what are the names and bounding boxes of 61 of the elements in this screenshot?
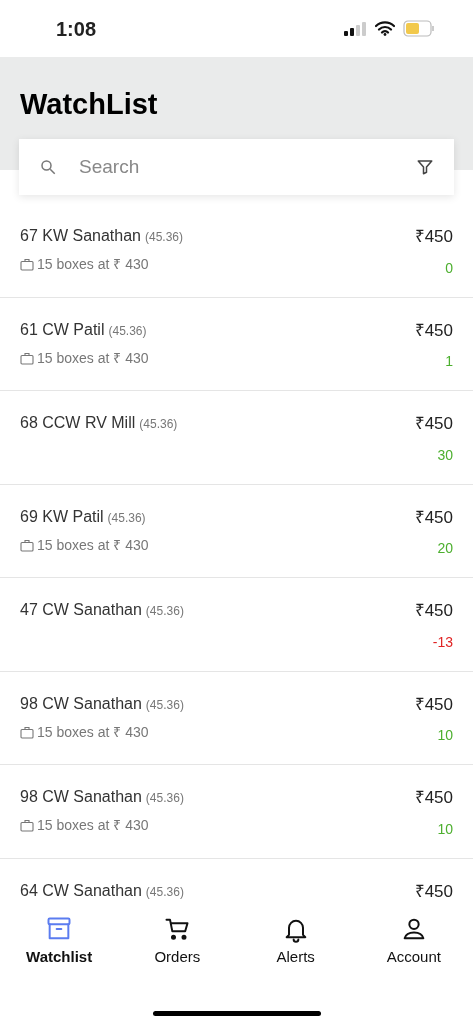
item-name: 47 CW Sanathan	[20, 600, 142, 620]
item-ratio: (45.36)	[145, 883, 184, 901]
briefcase-icon	[20, 819, 34, 832]
watchlist-row[interactable]: 98 CW Sanathan (45.36) 15 boxes at ₹ 430 ₹450 10	[0, 671, 473, 765]
briefcase-icon	[20, 258, 34, 271]
briefcase-icon	[20, 725, 34, 739]
wifi-icon	[375, 21, 395, 36]
search-bar[interactable]: Search	[19, 139, 454, 195]
item-name: 98 CW Sanathan	[20, 787, 142, 807]
item-name: 69 KW Patil	[20, 506, 104, 527]
price-change: 0	[445, 258, 453, 278]
item-price: ₹450	[414, 600, 453, 622]
briefcase-icon	[20, 538, 34, 552]
nav-tab[interactable]: Account	[368, 915, 459, 969]
stock-info: 15 boxes at ₹ 430	[37, 816, 149, 835]
item-price: ₹450	[414, 787, 453, 809]
stock-info: 15 boxes at ₹ 430	[37, 535, 149, 555]
briefcase-icon	[20, 351, 34, 365]
item-ratio: (45.36)	[145, 790, 184, 807]
item-ratio: (45.36)	[145, 603, 184, 620]
item-name: 68 CCW RV Mill	[20, 413, 136, 433]
item-price: ₹450	[414, 693, 453, 716]
price-change: 1	[445, 352, 453, 371]
nav-tab[interactable]: Alerts	[250, 915, 341, 969]
item-price: ₹450	[414, 413, 453, 435]
item-name: 64 CW Sanathan	[20, 880, 142, 901]
item-name: 98 CW Sanathan	[20, 693, 142, 714]
item-ratio: (45.36)	[107, 509, 146, 527]
price-change: 20	[437, 539, 453, 558]
page-title: WatchList	[20, 87, 159, 122]
search-icon	[39, 158, 57, 176]
item-ratio: (45.36)	[108, 322, 147, 340]
item-price: ₹450	[414, 506, 453, 529]
signal-icon	[343, 21, 367, 36]
battery-icon	[403, 20, 435, 37]
price-change: 10	[437, 819, 453, 839]
watchlist-row[interactable]: 47 CW Sanathan (45.36) ₹450 -13	[0, 578, 473, 672]
watchlist-row[interactable]: 61 CW Patil (45.36) 15 boxes at ₹ 430 ₹450 1	[0, 297, 473, 391]
item-name: 67 KW Sanathan	[20, 226, 141, 246]
price-change: 30	[437, 445, 453, 465]
price-change: 10	[437, 726, 453, 745]
watchlist-row[interactable]: 69 KW Patil (45.36) 15 boxes at ₹ 430 ₹450 20	[0, 484, 473, 578]
stock-info: 15 boxes at ₹ 430	[37, 722, 149, 742]
nav-tab[interactable]: Watchlist	[14, 915, 105, 969]
stock-info: 15 boxes at ₹ 430	[37, 348, 149, 368]
item-name: 61 CW Patil	[20, 319, 105, 340]
stock-info: 15 boxes at ₹ 430	[37, 255, 149, 274]
watchlist-row[interactable]: 67 KW Sanathan (45.36) 15 boxes at ₹ 430 ₹450 0	[0, 204, 473, 298]
status-time: 1:08	[56, 16, 97, 42]
item-ratio: (45.36)	[145, 696, 184, 714]
search-field[interactable]: Search	[79, 152, 394, 182]
nav-tab[interactable]: Orders	[132, 915, 223, 969]
watchlist-row[interactable]: 68 CCW RV Mill (45.36) ₹450 30	[0, 391, 473, 485]
item-price: ₹450	[414, 880, 453, 903]
watchlist-row[interactable]: 98 CW Sanathan (45.36) 15 boxes at ₹ 430 ₹450 10	[0, 765, 473, 859]
item-ratio: (45.36)	[144, 229, 183, 246]
filter-icon[interactable]	[416, 158, 434, 176]
item-price: ₹450	[414, 226, 453, 248]
item-price: ₹450	[414, 319, 453, 342]
price-change: -13	[432, 632, 453, 652]
item-ratio: (45.36)	[139, 416, 178, 433]
